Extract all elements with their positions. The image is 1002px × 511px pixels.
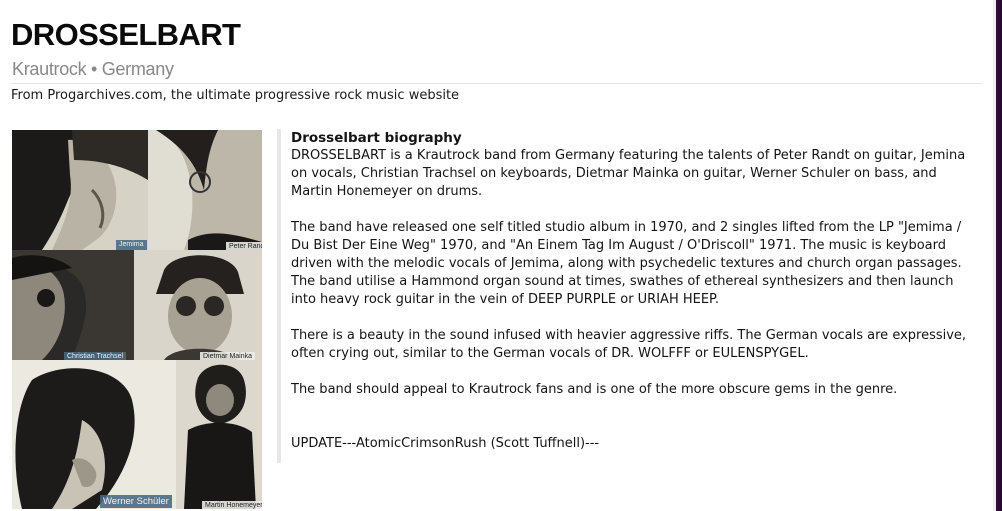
photo-christian-trachsel: Christian Trachsel — [12, 250, 134, 360]
window-edge-bar — [993, 0, 1002, 511]
biography-paragraph-2: The band have released one self titled s… — [291, 220, 962, 307]
caption-dietmar-mainka: Dietmar Mainka — [200, 352, 256, 360]
biography-paragraph-3: There is a beauty in the sound infused w… — [291, 328, 967, 361]
page-title: DROSSELBART — [11, 17, 241, 52]
biography-section: Drosselbart biography DROSSELBART is a K… — [291, 129, 981, 471]
header-divider — [11, 83, 982, 84]
photo-dietmar-mainka: Dietmar Mainka — [134, 250, 262, 360]
caption-peter-randt: Peter Randt — [226, 242, 262, 250]
photo-werner-schuler: Werner Schüler — [12, 360, 176, 509]
biography-paragraph-1: DROSSELBART is a Krautrock band from Ger… — [291, 148, 966, 199]
biography-update-credit: UPDATE---AtomicCrimsonRush (Scott Tuffne… — [291, 436, 600, 451]
caption-werner-schuler: Werner Schüler — [100, 495, 172, 508]
photo-martin-honemeyer: Martin Honemeyer — [176, 360, 262, 509]
caption-martin-honemeyer: Martin Honemeyer — [202, 501, 262, 509]
biography-vertical-rule — [277, 129, 281, 463]
biography-paragraph-4: The band should appeal to Krautrock fans… — [291, 382, 898, 397]
source-line: From Progarchives.com, the ultimate prog… — [11, 88, 460, 103]
photo-jemima: Jemima — [12, 130, 148, 250]
band-photo-collage: Jemima Peter Randt Christian Trachsel — [12, 130, 262, 509]
caption-christian-trachsel: Christian Trachsel — [64, 352, 127, 360]
photo-peter-randt: Peter Randt — [148, 130, 262, 250]
biography-heading: Drosselbart biography — [291, 130, 462, 146]
genre-country-subtitle: Krautrock • Germany — [12, 59, 174, 79]
caption-jemima: Jemima — [116, 240, 147, 250]
